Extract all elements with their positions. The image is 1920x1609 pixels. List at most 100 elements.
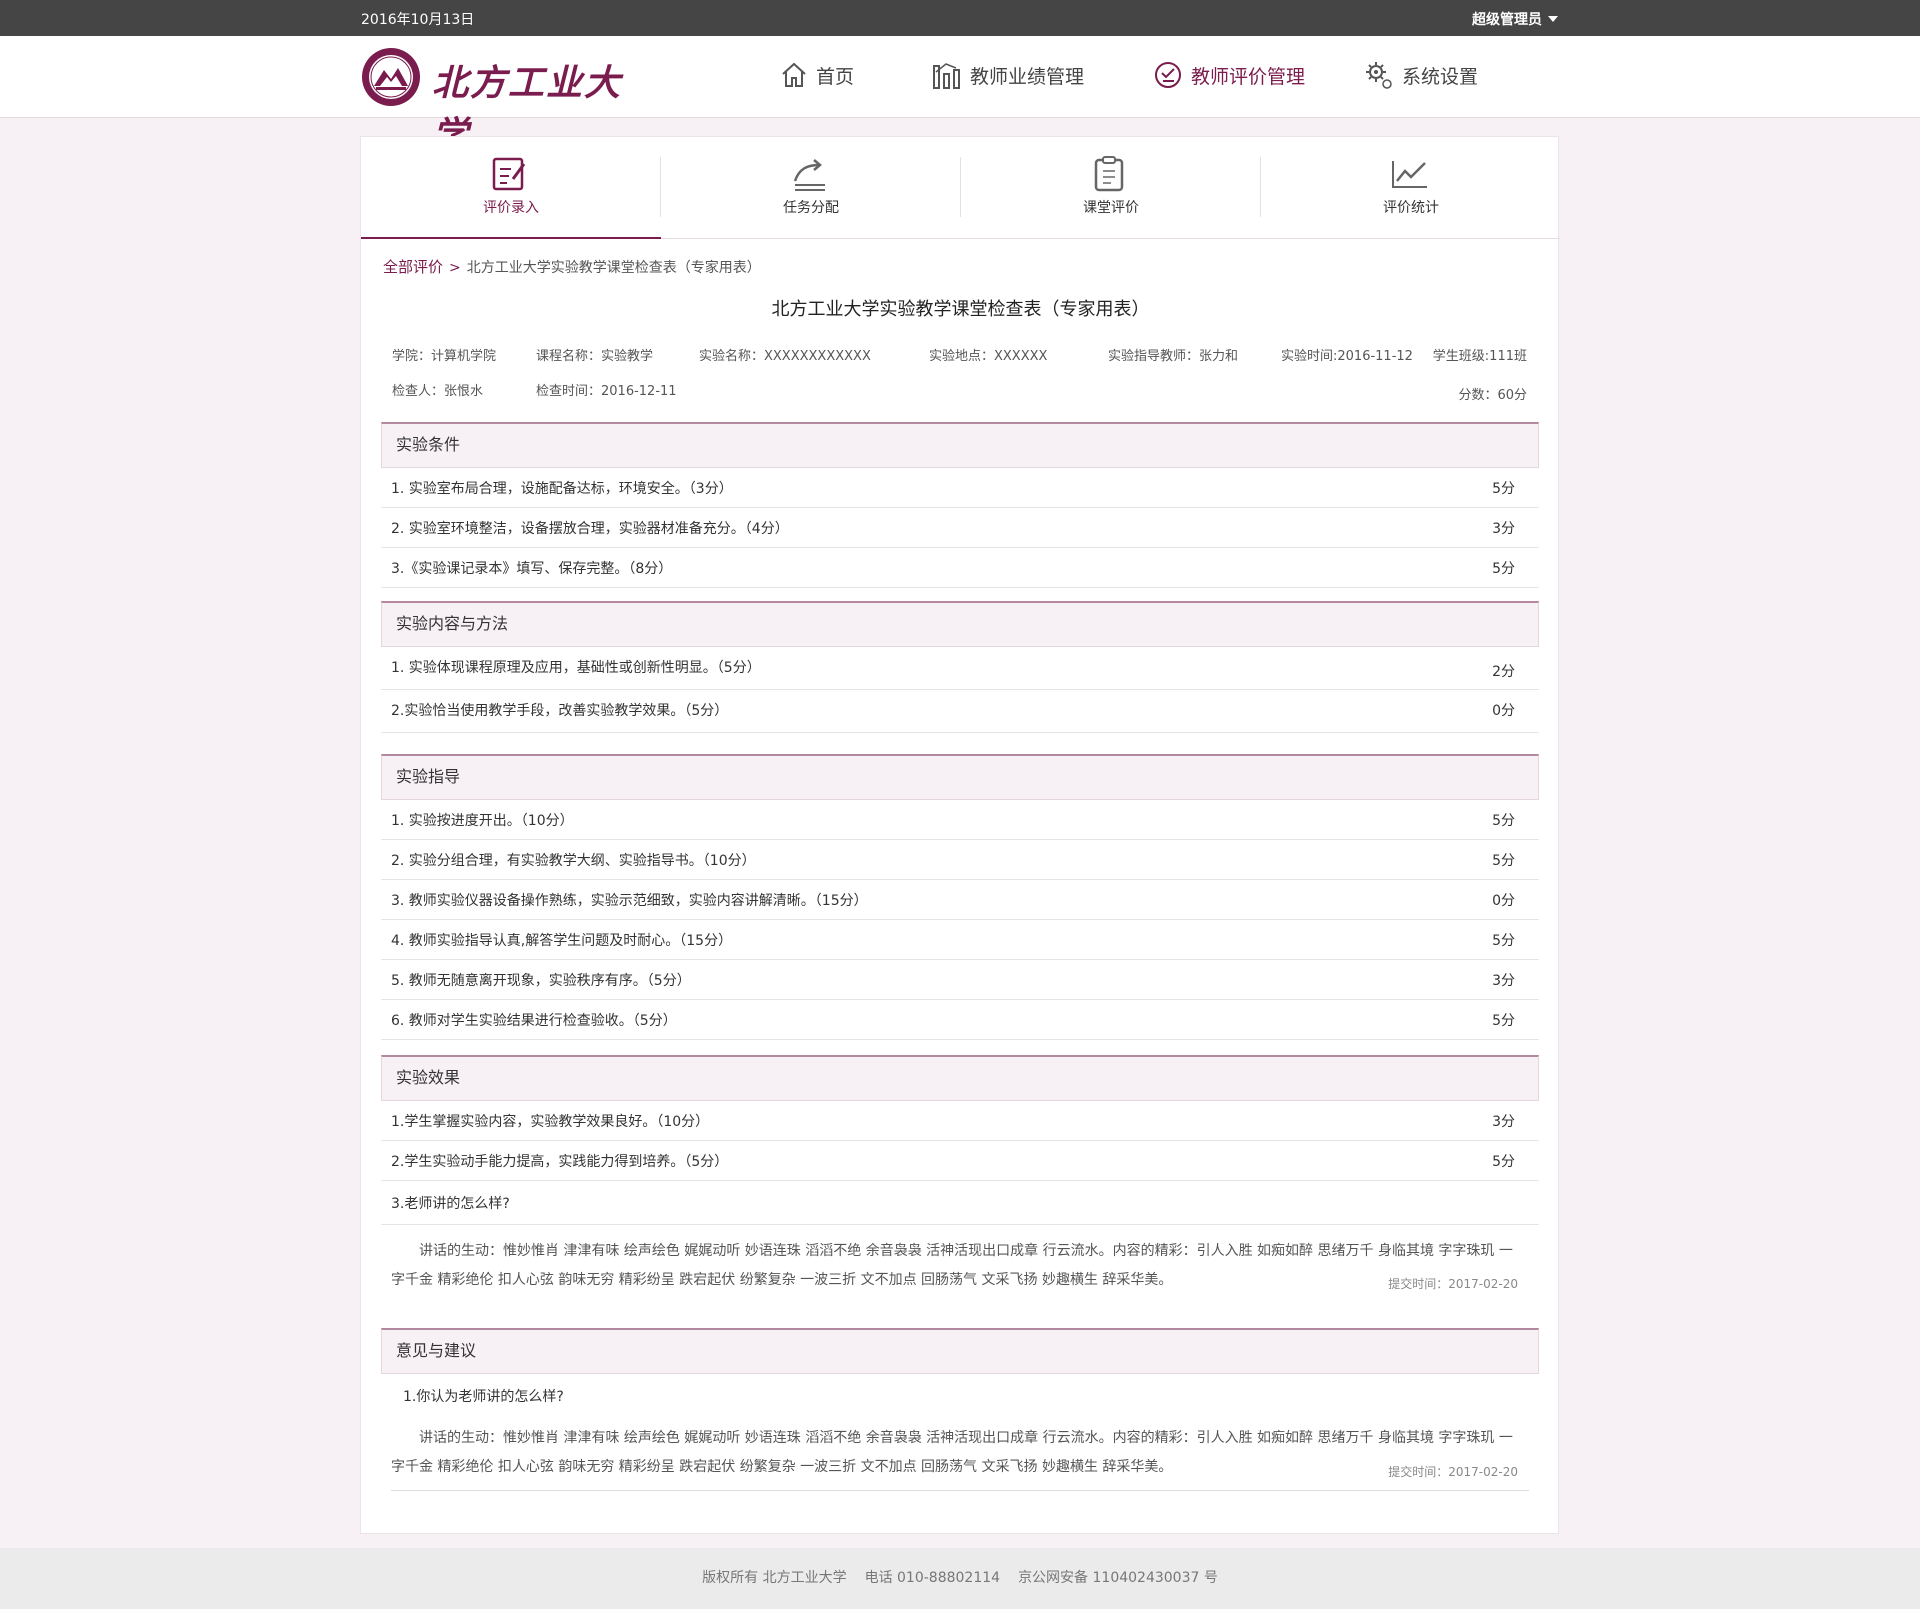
university-emblem-icon (362, 48, 420, 106)
section-header: 实验指导 (381, 754, 1539, 800)
nav-system-settings[interactable]: 系统设置 (1364, 58, 1478, 92)
question-score: 5分 (1492, 813, 1515, 829)
tab-evaluation-entry-label: 评价录入 (483, 200, 539, 216)
top-bar: 2016年10月13日 超级管理员 (0, 0, 1920, 36)
question-score: 2分 (1492, 664, 1515, 680)
caret-down-icon (1548, 16, 1558, 22)
table-row: 3. 教师实验仪器设备操作熟练，实验示范细致，实验内容讲解清晰。（15分） 0分 (381, 880, 1539, 920)
clipboard-icon (1094, 156, 1124, 192)
share-task-icon (793, 159, 825, 191)
breadcrumb-root-link[interactable]: 全部评价 (383, 258, 443, 276)
submit-time: 提交时间：2017-02-20 (1388, 1277, 1518, 1291)
divider (391, 1490, 1529, 1491)
table-row: 2.学生实验动手能力提高，实践能力得到培养。（5分） 5分 (381, 1141, 1539, 1181)
tab-task-assignment[interactable]: 任务分配 (661, 137, 961, 239)
question-score: 5分 (1492, 1013, 1515, 1029)
question-score: 0分 (1492, 893, 1515, 909)
meta-course: 课程名称：实验教学 (536, 349, 654, 364)
tab-evaluation-statistics-label: 评价统计 (1383, 200, 1439, 216)
open-question: 3.老师讲的怎么样? (381, 1181, 1539, 1225)
question-score: 0分 (1492, 703, 1515, 719)
meta-class: 学生班级:111班 (1432, 349, 1527, 364)
table-row: 1. 实验按进度开出。（10分） 5分 (381, 800, 1539, 840)
tab-classroom-evaluation[interactable]: 课堂评价 (961, 137, 1261, 239)
tab-task-assignment-label: 任务分配 (783, 200, 839, 216)
chart-bars-icon (933, 63, 960, 89)
section-header: 实验内容与方法 (381, 601, 1539, 647)
tab-evaluation-statistics[interactable]: 评价统计 (1261, 137, 1561, 239)
question-text: 1.学生掌握实验内容，实验教学效果良好。（10分） (391, 1114, 710, 1130)
question-text: 1. 实验室布局合理，设施配备达标，环境安全。（3分） (391, 481, 733, 497)
nav-teacher-evaluation[interactable]: 教师评价管理 (1153, 58, 1305, 92)
question-text: 2.实验恰当使用教学手段，改善实验教学效果。（5分） (391, 703, 729, 719)
meta-exp-time: 实验时间:2016-11-12 (1281, 349, 1413, 364)
nav-teacher-performance[interactable]: 教师业绩管理 (932, 58, 1084, 92)
gear-icon (1366, 62, 1392, 89)
tab-classroom-evaluation-label: 课堂评价 (1083, 200, 1139, 216)
question-score: 3分 (1492, 1114, 1515, 1130)
evaluation-icon (1155, 62, 1181, 88)
meta-inspector: 检查人：张恨水 (392, 384, 484, 399)
section-header: 意见与建议 (381, 1328, 1539, 1374)
table-row: 6. 教师对学生实验结果进行检查验收。（5分） 5分 (381, 1000, 1539, 1040)
question-text: 2.学生实验动手能力提高，实践能力得到培养。（5分） (391, 1154, 729, 1170)
breadcrumb-separator: > (449, 260, 461, 276)
edit-form-icon (492, 157, 526, 191)
tab-evaluation-entry[interactable]: 评价录入 (361, 137, 661, 239)
nav-teacher-performance-label: 教师业绩管理 (970, 65, 1085, 88)
footer-phone: 电话 010-88802114 (864, 1570, 1001, 1586)
submit-time: 提交时间：2017-02-20 (1388, 1465, 1518, 1479)
question-score: 5分 (1492, 1154, 1515, 1170)
meta-location: 实验地点：XXXXXX (929, 349, 1048, 364)
table-row: 2.实验恰当使用教学手段，改善实验教学效果。（5分） 0分 (381, 690, 1539, 733)
university-logo[interactable]: 北方工业大学 (360, 46, 630, 156)
question-score: 5分 (1492, 481, 1515, 497)
current-date: 2016年10月13日 (361, 12, 475, 28)
question-score: 5分 (1492, 853, 1515, 869)
footer-copyright: 版权所有 北方工业大学 (702, 1570, 847, 1586)
breadcrumb: 全部评价 > 北方工业大学实验教学课堂检查表（专家用表） (383, 256, 761, 277)
question-score: 5分 (1492, 933, 1515, 949)
header: 北方工业大学 首页 教师业绩管理 教师评价管理 系统设置 (0, 36, 1920, 156)
table-row: 1. 实验室布局合理，设施配备达标，环境安全。（3分） 5分 (381, 468, 1539, 508)
footer-icp: 京公网安备 110402430037 号 (1018, 1570, 1218, 1586)
question-text: 3.《实验课记录本》填写、保存完整。（8分） (391, 561, 673, 577)
comment-text: 讲话的生动：惟妙惟肖 津津有味 绘声绘色 娓娓动听 妙语连珠 滔滔不绝 余音袅袅… (391, 1243, 1513, 1288)
question-text: 3. 教师实验仪器设备操作熟练，实验示范细致，实验内容讲解清晰。（15分） (391, 893, 868, 909)
question-text: 2. 实验室环境整洁，设备摆放合理，实验器材准备充分。（4分） (391, 521, 789, 537)
line-chart-icon (1392, 161, 1427, 188)
nav-home[interactable]: 首页 (780, 58, 854, 92)
user-menu[interactable]: 超级管理员 (1472, 9, 1558, 29)
table-row: 2. 实验室环境整洁，设备摆放合理，实验器材准备充分。（4分） 3分 (381, 508, 1539, 548)
form-title: 北方工业大学实验教学课堂检查表（专家用表） (771, 299, 1150, 320)
home-icon (782, 62, 806, 87)
meta-score: 分数：60分 (1458, 388, 1527, 403)
footer: 版权所有 北方工业大学 电话 010-88802114 京公网安备 11040243… (0, 1548, 1920, 1609)
nav-teacher-evaluation-label: 教师评价管理 (1191, 65, 1306, 88)
table-row: 4. 教师实验指导认真,解答学生问题及时耐心。（15分） 5分 (381, 920, 1539, 960)
comment-text: 讲话的生动：惟妙惟肖 津津有味 绘声绘色 娓娓动听 妙语连珠 滔滔不绝 余音袅袅… (391, 1430, 1513, 1475)
main-card: 评价录入 任务分配 课堂评价 评价统计 全部评价 > 北方工业大学实验教学课堂检查表… (360, 136, 1560, 1534)
table-row: 1.学生掌握实验内容，实验教学效果良好。（10分） 3分 (381, 1101, 1539, 1141)
meta-check-time: 检查时间：2016-12-11 (536, 384, 677, 399)
sub-tabs: 评价录入 任务分配 课堂评价 评价统计 (361, 137, 1560, 239)
section-header: 实验效果 (381, 1055, 1539, 1101)
table-row: 1. 实验体现课程原理及应用，基础性或创新性明显。（5分） 2分 (381, 647, 1539, 690)
breadcrumb-current: 北方工业大学实验教学课堂检查表（专家用表） (466, 260, 761, 276)
meta-experiment: 实验名称：XXXXXXXXXXXX (699, 349, 871, 364)
question-text: 1. 实验按进度开出。（10分） (391, 813, 574, 829)
table-row: 2. 实验分组合理，有实验教学大纲、实验指导书。（10分） 5分 (381, 840, 1539, 880)
question-score: 5分 (1492, 561, 1515, 577)
nav-system-settings-label: 系统设置 (1402, 65, 1479, 88)
question-score: 3分 (1492, 973, 1515, 989)
question-score: 3分 (1492, 521, 1515, 537)
question-text: 6. 教师对学生实验结果进行检查验收。（5分） (391, 1013, 677, 1029)
section-header: 实验条件 (381, 422, 1539, 468)
meta-college: 学院：计算机学院 (392, 349, 497, 364)
question-text: 4. 教师实验指导认真,解答学生问题及时耐心。（15分） (391, 933, 733, 949)
table-row: 5. 教师无随意离开现象，实验秩序有序。（5分） 3分 (381, 960, 1539, 1000)
open-question: 1.你认为老师讲的怎么样? (403, 1389, 564, 1405)
user-name: 超级管理员 (1472, 12, 1542, 28)
question-text: 5. 教师无随意离开现象，实验秩序有序。（5分） (391, 973, 691, 989)
question-text: 2. 实验分组合理，有实验教学大纲、实验指导书。（10分） (391, 853, 756, 869)
